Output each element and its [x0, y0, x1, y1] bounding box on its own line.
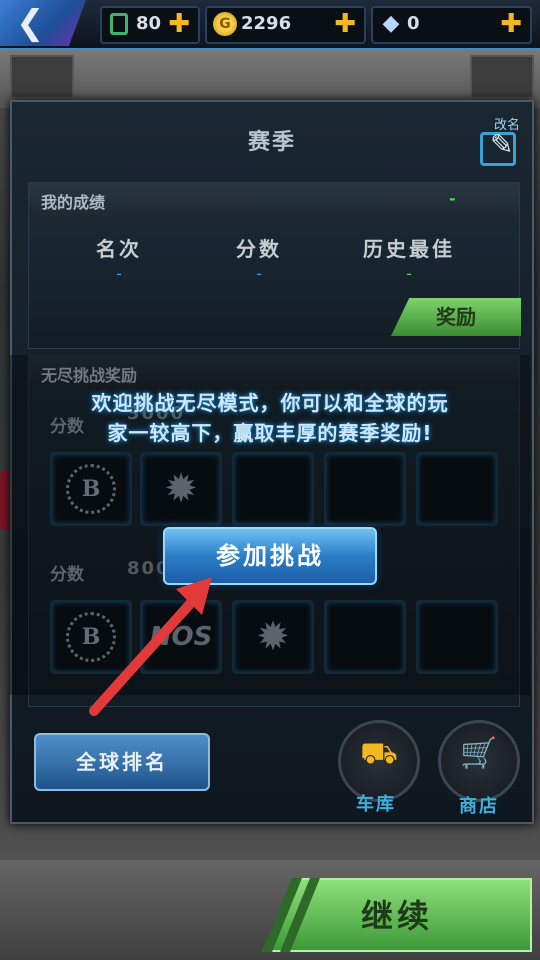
my-results-title: 我的成绩	[41, 193, 106, 212]
fuel-value: 80	[136, 13, 162, 34]
welcome-message: 欢迎挑战无尽模式，你可以和全球的玩 家一较高下，赢取丰厚的赛季奖励!	[30, 388, 510, 448]
shop-label: 商店	[459, 796, 499, 817]
best-column: 历史最佳 -	[334, 233, 484, 283]
gem-counter: ◆ 0 ✚	[371, 6, 532, 44]
fuel-counter: 80 ✚	[100, 6, 200, 44]
add-coins-button[interactable]: ✚	[334, 10, 356, 38]
panel-title: 赛季	[247, 130, 296, 155]
diamond-icon: ◆	[382, 11, 400, 36]
back-arrow-icon: ❮	[16, 3, 45, 43]
pencil-icon: ✎	[490, 128, 514, 161]
coin-counter: G 2296 ✚	[205, 6, 366, 44]
welcome-line-2: 家一较高下，赢取丰厚的赛季奖励!	[107, 421, 433, 445]
rename-button[interactable]: 改名 ✎	[474, 114, 524, 172]
score-column: 分数 -	[184, 233, 334, 283]
best-value: -	[406, 264, 412, 283]
background-vent	[470, 55, 534, 99]
garage-label: 车库	[356, 794, 396, 815]
continue-stripes	[262, 878, 320, 952]
add-gems-button[interactable]: ✚	[500, 10, 522, 38]
rank-column: 名次 -	[44, 233, 194, 283]
coin-value: 2296	[241, 13, 292, 34]
background-wall	[0, 48, 540, 108]
best-label: 历史最佳	[363, 237, 455, 261]
background-vent	[10, 55, 74, 99]
welcome-line-1: 欢迎挑战无尽模式，你可以和全球的玩	[91, 391, 449, 415]
score-label: 分数	[236, 237, 282, 261]
rank-label: 名次	[96, 237, 142, 261]
garage-icon: ⛟	[360, 736, 398, 771]
rank-value: -	[116, 264, 122, 283]
gem-value: 0	[407, 13, 420, 34]
fuel-icon	[110, 13, 128, 35]
global-ranking-button[interactable]: 全球排名	[34, 733, 210, 791]
score-value: -	[256, 264, 262, 283]
pointer-arrow-icon	[89, 577, 212, 716]
coin-icon: G	[213, 12, 237, 36]
my-results-header: 我的成绩 -	[29, 183, 519, 217]
my-results-header-dash: -	[449, 189, 456, 208]
add-fuel-button[interactable]: ✚	[168, 10, 190, 38]
cart-icon: 🛒	[460, 736, 498, 771]
my-results-section: 我的成绩 - 名次 - 分数 - 历史最佳 - 奖励	[28, 182, 521, 349]
reward-button[interactable]: 奖励	[391, 298, 521, 336]
back-button[interactable]: ❮	[0, 0, 86, 46]
shop-button[interactable]: 🛒	[438, 720, 520, 802]
top-bar: ❮ 80 ✚ G 2296 ✚ ◆ 0 ✚	[0, 0, 540, 50]
